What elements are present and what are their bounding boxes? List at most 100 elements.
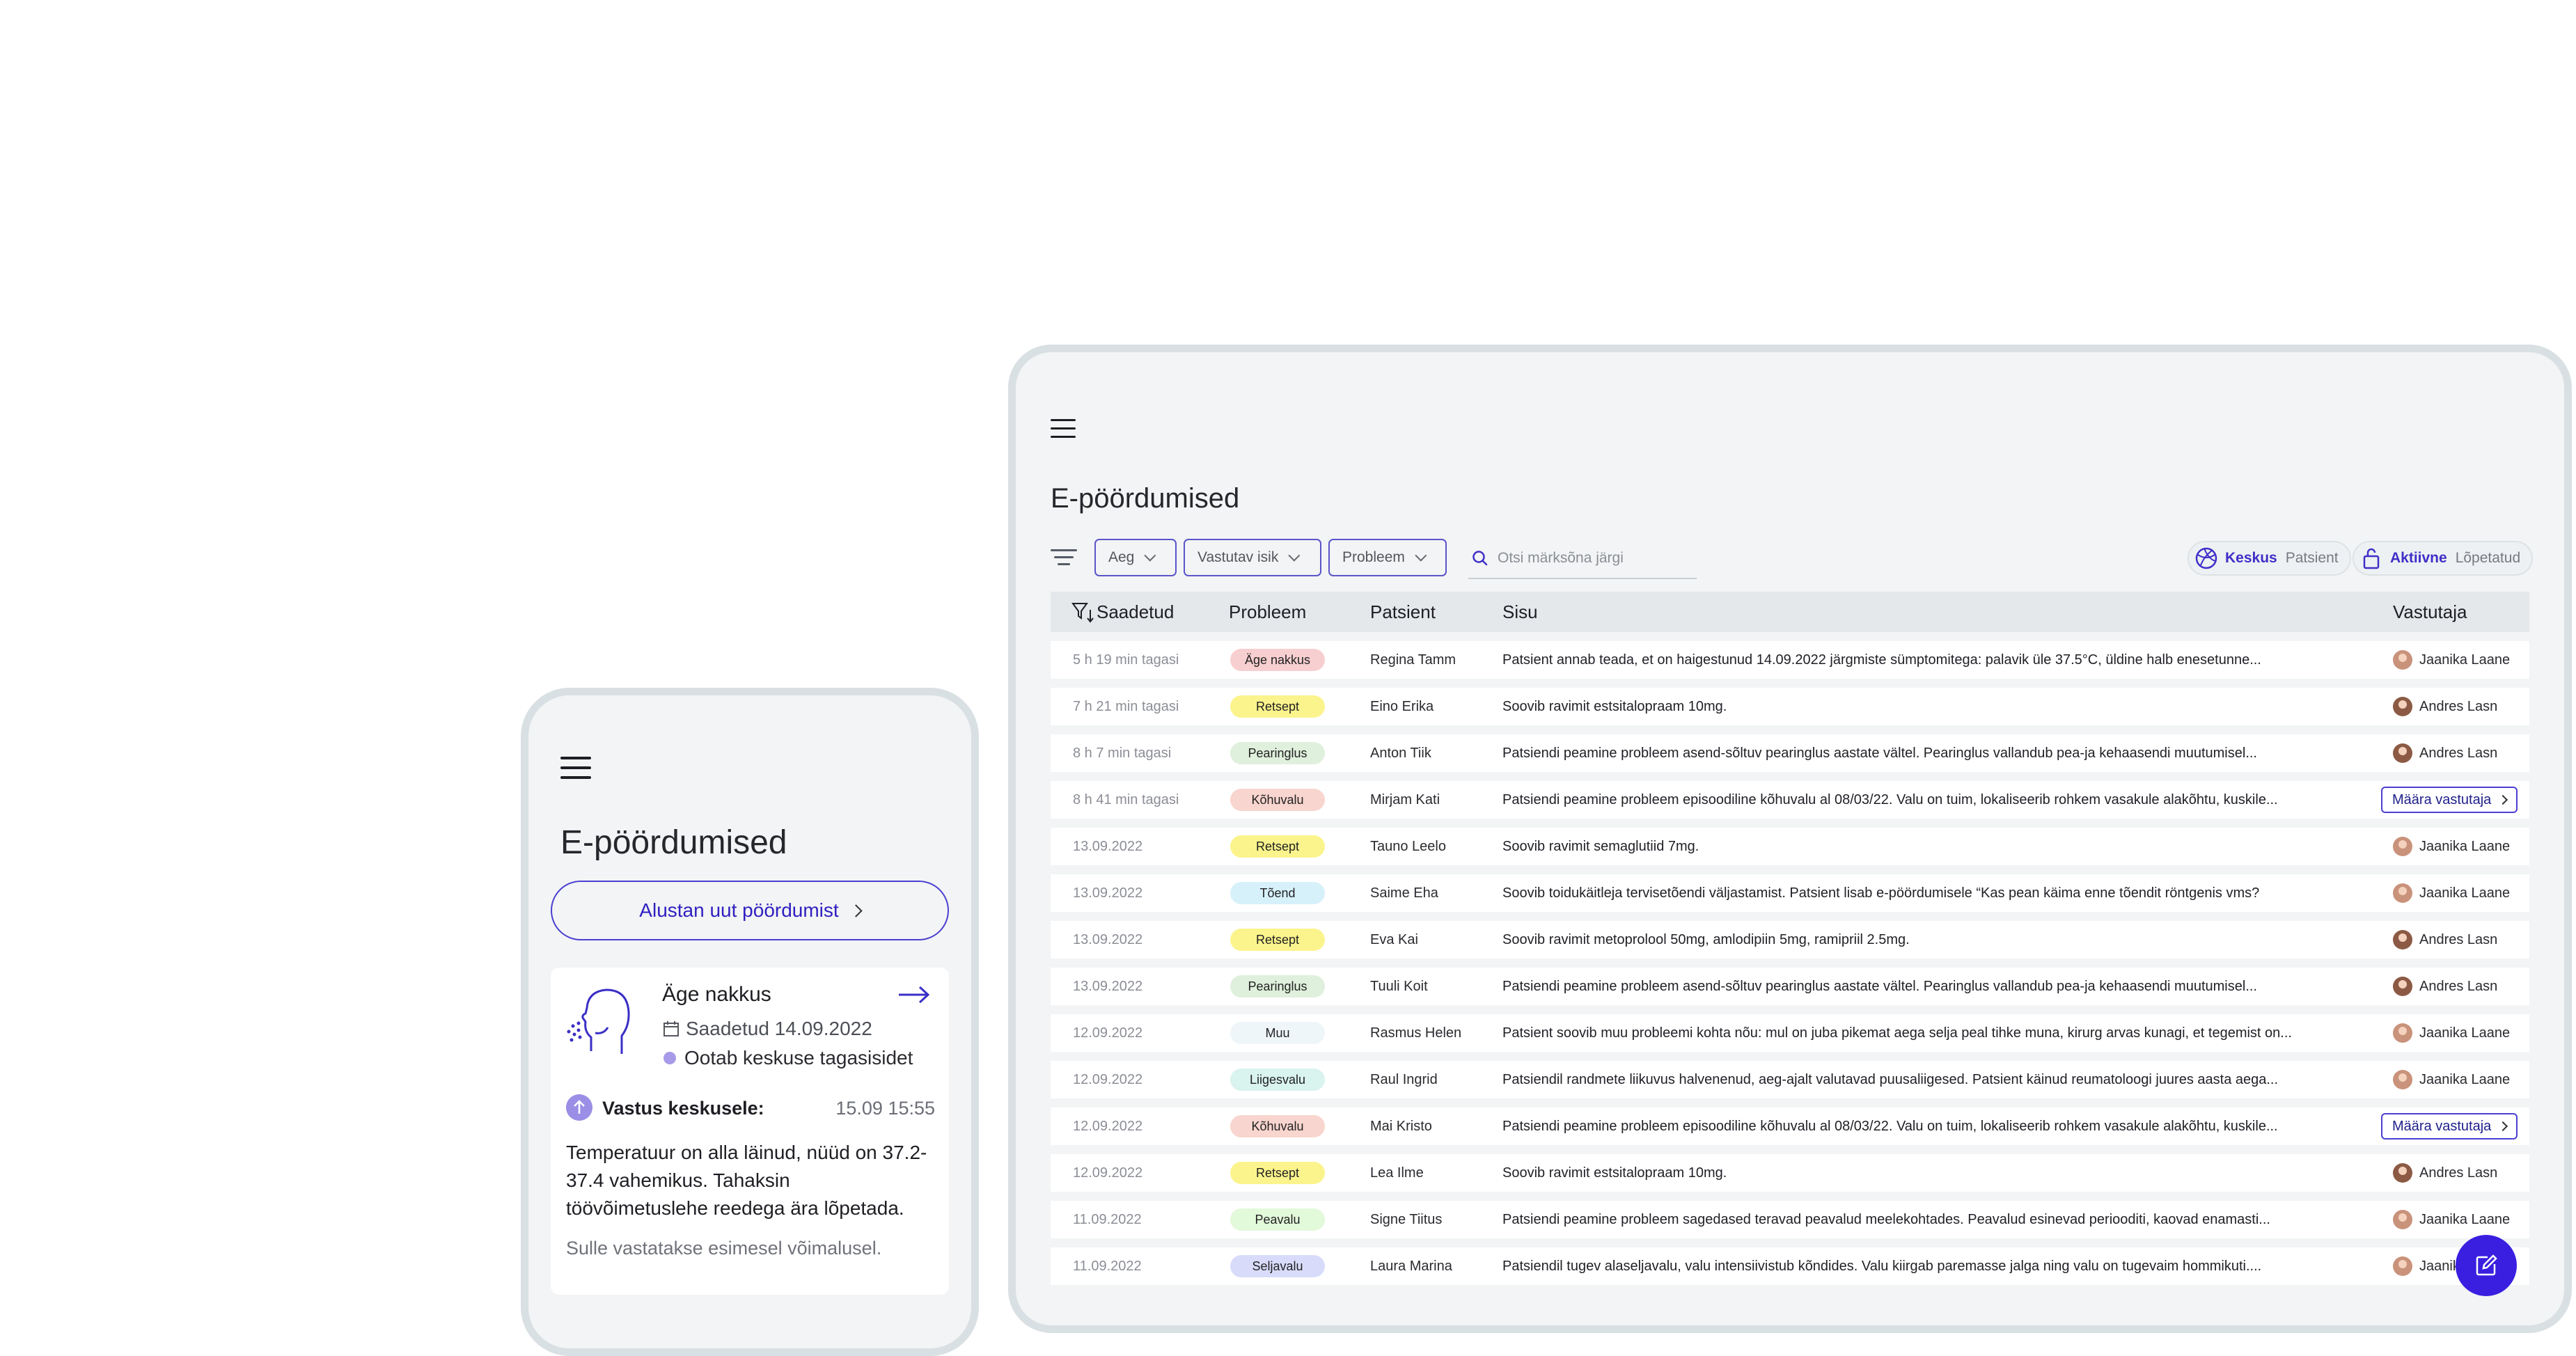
card-title: Äge nakkus [662,983,771,1006]
globe-icon [2195,547,2217,569]
arrow-right-icon[interactable] [897,984,931,1005]
row-time: 7 h 21 min tagasi [1073,699,1179,714]
responsible-name: Jaanika Laane [2419,1071,2511,1087]
row-patient: Regina Tamm [1370,652,1456,668]
problem-badge: Tõend [1230,882,1325,904]
edit-icon [2476,1254,2497,1276]
aktiivne-lopetatud-toggle[interactable]: Aktiivne Lõpetatud [2353,541,2534,576]
table-row[interactable]: 13.09.2022 Tõend Saime Eha Soovib toidukäit… [1051,874,2529,912]
filter-vastutav-dropdown[interactable]: Vastutav isik [1184,539,1321,576]
row-responsible: Andres Lasn [2393,977,2497,996]
table-row[interactable]: 11.09.2022 Seljavalu Laura Marina Patsiendi… [1051,1247,2529,1285]
row-time: 12.09.2022 [1073,1025,1143,1041]
row-responsible: Jaanika Laane [2393,1210,2510,1229]
row-content: Patsient annab teada, et on haigestunud … [1502,652,2261,668]
assign-responsible-button[interactable]: Määra vastutaja [2381,1113,2518,1140]
row-time: 8 h 41 min tagasi [1073,792,1179,807]
problem-badge: Retsept [1230,1162,1325,1184]
column-patsient[interactable]: Patsient [1370,601,1436,623]
row-patient: Rasmus Helen [1370,1025,1462,1041]
assign-label: Määra vastutaja [2392,791,2492,807]
lock-open-icon [2363,548,2380,569]
new-request-button[interactable]: Alustan uut pöördumist [551,881,949,940]
sort-filter-icon[interactable] [1071,601,1095,624]
table-row[interactable]: 11.09.2022 Peavalu Signe Tiitus Patsiendi p… [1051,1201,2529,1238]
problem-badge: Retsept [1230,695,1325,718]
row-patient: Anton Tiik [1370,746,1431,761]
card-status: Ootab keskuse tagasisidet [662,1047,913,1069]
row-time: 11.09.2022 [1073,1259,1142,1274]
assign-responsible-button[interactable]: Määra vastutaja [2381,787,2518,813]
row-time: 13.09.2022 [1073,885,1143,901]
table-row[interactable]: 12.09.2022 Liigesvalu Raul Ingrid Patsiendi… [1051,1061,2529,1098]
table-row[interactable]: 8 h 41 min tagasi Kõhuvalu Mirjam Kati Pats… [1051,781,2529,819]
column-probleem[interactable]: Probleem [1229,601,1306,623]
reply-text: Temperatuur on alla läinud, nüüd on 37.2… [566,1142,927,1219]
row-patient: Lea Ilme [1370,1165,1424,1181]
table-row[interactable]: 8 h 7 min tagasi Pearinglus Anton Tiik Pats… [1051,734,2529,772]
problem-badge: Retsept [1230,929,1325,951]
avatar [2393,743,2412,763]
search-box[interactable]: Otsi märksõna järgi [1468,539,1697,579]
table-row[interactable]: 12.09.2022 Kõhuvalu Mai Kristo Patsiendi pe… [1051,1107,2529,1145]
filter-aeg-dropdown[interactable]: Aeg [1094,539,1177,576]
problem-badge: Retsept [1230,835,1325,858]
chevron-down-icon [1415,549,1427,562]
row-patient: Laura Marina [1370,1259,1452,1274]
row-content: Soovib ravimit estsitalopraam 10mg. [1502,1165,1727,1181]
row-content: Patsiendi peamine probleem episoodiline … [1502,1119,2278,1134]
tablet-frame: E-pöördumised Aeg Vastutav isik Probleem [1008,345,2572,1333]
avatar [2393,930,2412,949]
filter-icon[interactable] [1051,549,1077,569]
problem-badge: Äge nakkus [1230,649,1325,671]
keskus-patsient-toggle[interactable]: Keskus Patsient [2188,541,2351,576]
hamburger-menu-icon[interactable] [1051,419,1076,439]
filter-probleem-dropdown[interactable]: Probleem [1328,539,1447,576]
reply-date: 15.09 15:55 [835,1098,935,1119]
compose-button[interactable] [2456,1235,2517,1296]
row-patient: Mirjam Kati [1370,792,1440,807]
row-responsible: Andres Lasn [2393,743,2497,763]
row-responsible: Jaanika Laane [2393,837,2510,856]
row-content: Patsiendi peamine probleem asend-sõltuv … [1502,746,2257,761]
table-row[interactable]: 7 h 21 min tagasi Retsept Eino Erika Soovib… [1051,688,2529,725]
reply-header: Vastus keskusele: 15.09 15:55 [566,1094,935,1122]
problem-badge: Kõhuvalu [1230,1115,1325,1137]
reply-label: Vastus keskusele: [602,1098,764,1119]
search-input[interactable]: Otsi märksõna järgi [1498,550,1624,567]
responsible-name: Andres Lasn [2419,931,2498,947]
row-time: 13.09.2022 [1073,932,1143,947]
row-time: 12.09.2022 [1073,1119,1143,1134]
column-vastutaja[interactable]: Vastutaja [2393,601,2467,623]
card-sent-date: Saadetud 14.09.2022 [662,1018,872,1040]
table-row[interactable]: 12.09.2022 Retsept Lea Ilme Soovib ravimit … [1051,1154,2529,1192]
row-patient: Mai Kristo [1370,1119,1432,1134]
avatar [2393,977,2412,996]
hamburger-menu-icon[interactable] [560,757,591,779]
toggle-keskus-label: Keskus [2225,550,2277,566]
table-row[interactable]: 13.09.2022 Pearinglus Tuuli Koit Patsiendi … [1051,968,2529,1005]
responsible-name: Andres Lasn [2419,1165,2498,1181]
chevron-down-icon [1288,549,1301,562]
row-content: Patsiendi peamine probleem sagedased ter… [1502,1212,2270,1227]
table-row[interactable]: 5 h 19 min tagasi Äge nakkus Regina Tamm Pa… [1051,641,2529,679]
problem-badge: Pearinglus [1230,742,1325,764]
row-content: Patsiendi peamine probleem asend-sõltuv … [1502,979,2257,994]
problem-badge: Liigesvalu [1230,1069,1325,1091]
chevron-down-icon [1144,549,1156,562]
request-card[interactable]: Äge nakkus Saadetud 14.09.2022 Ootab kes… [551,968,949,1295]
chevron-right-icon [2498,794,2508,805]
row-responsible: Andres Lasn [2393,1163,2497,1183]
status-dot-icon [663,1052,676,1064]
problem-badge: Kõhuvalu [1230,789,1325,811]
table-row[interactable]: 13.09.2022 Retsept Tauno Leelo Soovib ravim… [1051,828,2529,865]
column-sisu[interactable]: Sisu [1502,601,1538,623]
table-row[interactable]: 13.09.2022 Retsept Eva Kai Soovib ravimit m… [1051,921,2529,959]
responsible-name: Andres Lasn [2419,698,2498,714]
table-row[interactable]: 12.09.2022 Muu Rasmus Helen Patsient soovib… [1051,1014,2529,1052]
requests-table: Saadetud Probleem Patsient Sisu Vastutaj… [1051,592,2529,1285]
row-content: Soovib ravimit estsitalopraam 10mg. [1502,699,1727,714]
toggle-patsient-label: Patsient [2285,550,2339,566]
column-saadetud[interactable]: Saadetud [1097,601,1174,623]
card-status-text: Ootab keskuse tagasisidet [684,1047,913,1069]
